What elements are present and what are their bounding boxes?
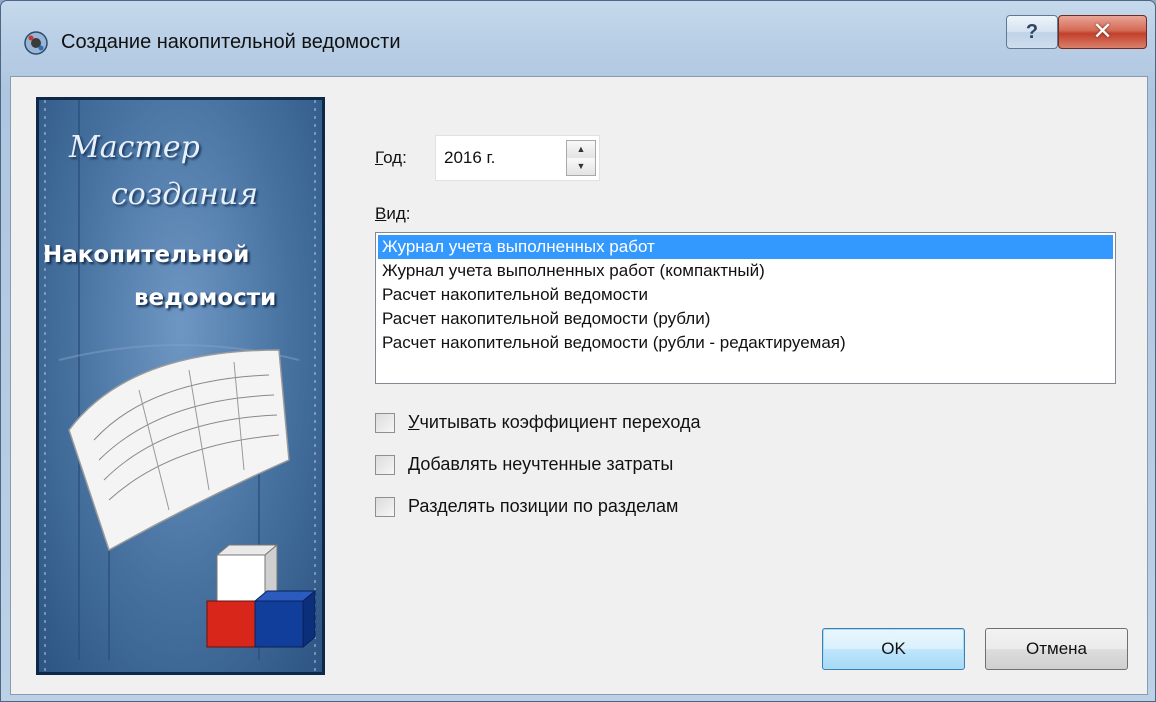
- list-item[interactable]: Расчет накопительной ведомости (рубли): [378, 307, 1113, 331]
- banner-title-line4: ведомости: [134, 285, 277, 311]
- cancel-button[interactable]: Отмена: [985, 628, 1128, 670]
- report-kind-listbox[interactable]: Журнал учета выполненных работ Журнал уч…: [375, 232, 1116, 384]
- year-label-accel: Г: [375, 148, 384, 167]
- list-item[interactable]: Расчет накопительной ведомости (рубли - …: [378, 331, 1113, 355]
- unaccounted-costs-checkbox[interactable]: [375, 455, 395, 475]
- kind-label-accel: В: [375, 204, 387, 223]
- banner-title-line1: Мастер: [69, 130, 200, 165]
- window-title: Создание накопительной ведомости: [61, 31, 401, 53]
- accel-char: У: [408, 412, 420, 432]
- dialog-client-area: Мастер создания Накопительной ведомости …: [10, 76, 1148, 695]
- year-spinbox[interactable]: 2016 г. ▲ ▼: [435, 135, 600, 181]
- close-icon: ✕: [1092, 18, 1113, 45]
- help-icon: ?: [1025, 21, 1039, 43]
- list-item[interactable]: Журнал учета выполненных работ (компактн…: [378, 259, 1113, 283]
- ok-button[interactable]: OK: [822, 628, 965, 670]
- close-button[interactable]: ✕: [1058, 15, 1147, 49]
- blocks-icon: [206, 543, 317, 649]
- help-button[interactable]: ?: [1006, 15, 1058, 49]
- option-text: Разделять позиции по разделам: [408, 496, 679, 516]
- wizard-banner-image: Мастер создания Накопительной ведомости: [36, 97, 325, 675]
- accel-char: Д: [408, 454, 421, 474]
- transition-coefficient-checkbox[interactable]: [375, 413, 395, 433]
- spin-down-icon[interactable]: ▼: [567, 158, 595, 175]
- spin-up-icon[interactable]: ▲: [567, 141, 595, 159]
- option-text: обавлять неучтенные затраты: [420, 454, 674, 474]
- list-item[interactable]: Расчет накопительной ведомости: [378, 283, 1113, 307]
- kind-label: Вид:: [375, 204, 410, 224]
- year-label-text: од:: [383, 148, 407, 167]
- dialog-window: Создание накопительной ведомости ? ✕ Мас…: [0, 0, 1156, 702]
- title-bar[interactable]: Создание накопительной ведомости ? ✕: [1, 1, 1155, 77]
- transition-coefficient-label[interactable]: Учитывать коэффициент перехода: [408, 412, 700, 433]
- kind-label-text: ид:: [386, 204, 411, 223]
- year-label: Год:: [375, 148, 407, 168]
- option-text: читывать коэффициент перехода: [419, 412, 701, 432]
- year-spin-buttons[interactable]: ▲ ▼: [566, 140, 596, 176]
- banner-title-line2: создания: [111, 177, 259, 212]
- year-input[interactable]: 2016 г.: [444, 148, 495, 168]
- document-sheet-icon: [68, 349, 290, 552]
- app-icon: [24, 31, 48, 55]
- split-by-sections-checkbox[interactable]: [375, 497, 395, 517]
- banner-title-line3: Накопительной: [43, 242, 250, 268]
- list-item[interactable]: Журнал учета выполненных работ: [378, 235, 1113, 259]
- split-by-sections-label[interactable]: Разделять позиции по разделам: [408, 496, 678, 517]
- unaccounted-costs-label[interactable]: Добавлять неучтенные затраты: [408, 454, 673, 475]
